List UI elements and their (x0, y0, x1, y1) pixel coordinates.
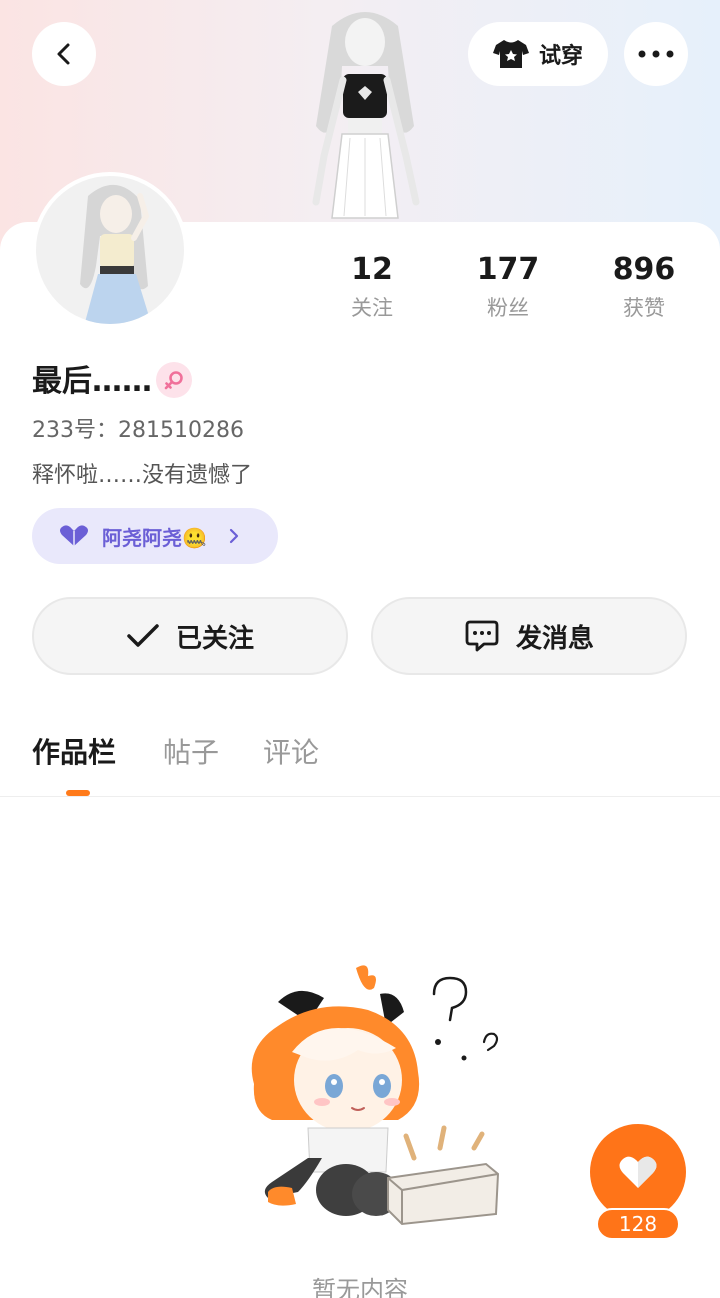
tab-comments[interactable]: 评论 (263, 734, 319, 772)
tab-works[interactable]: 作品栏 (32, 734, 116, 772)
follow-button-label: 已关注 (175, 623, 254, 654)
relationship-tag-label: 阿尧阿尧 (102, 525, 182, 550)
follow-button[interactable]: 已关注 (32, 597, 348, 675)
username: 最后…… (32, 364, 152, 399)
relationship-tag[interactable]: 阿尧阿尧🤐 (32, 508, 278, 564)
try-on-button[interactable]: 试穿 (468, 22, 608, 86)
tab-divider (0, 796, 720, 797)
heart-icon (619, 1156, 657, 1188)
user-id: 233号：281510286 (32, 418, 244, 443)
stat-likes-label: 获赞 (623, 296, 665, 320)
heart-icon (60, 525, 88, 546)
more-dots-icon (638, 50, 674, 58)
zipper-mouth-emoji: 🤐 (182, 525, 207, 550)
avatar[interactable] (32, 172, 188, 328)
female-gender-icon (156, 362, 192, 398)
like-count: 128 (596, 1208, 680, 1240)
chevron-right-icon (229, 528, 239, 544)
stat-followers[interactable]: 177 粉丝 (448, 252, 568, 322)
stat-following[interactable]: 12 关注 (312, 252, 432, 322)
back-button[interactable] (32, 22, 96, 86)
chevron-left-icon (57, 43, 70, 65)
empty-state-illustration (251, 965, 500, 1226)
stat-following-value: 12 (351, 252, 393, 287)
bio: 释怀啦……没有遗憾了 (32, 463, 253, 488)
stat-followers-label: 粉丝 (487, 296, 529, 320)
empty-state-text: 暂无内容 (312, 1276, 408, 1298)
message-button[interactable]: 发消息 (371, 597, 687, 675)
stat-likes-value: 896 (612, 252, 676, 287)
tshirt-icon (492, 40, 529, 68)
chat-bubble-icon (465, 620, 499, 652)
tab-posts[interactable]: 帖子 (163, 734, 219, 772)
like-button[interactable] (590, 1124, 686, 1220)
avatar-figure-image (312, 12, 420, 219)
more-options-button[interactable] (624, 22, 688, 86)
try-on-label: 试穿 (538, 44, 583, 69)
check-icon (127, 624, 159, 647)
avatar-image (80, 184, 152, 324)
stat-followers-value: 177 (476, 252, 540, 287)
stat-following-label: 关注 (351, 296, 393, 320)
message-button-label: 发消息 (515, 623, 594, 654)
stat-likes[interactable]: 896 获赞 (584, 252, 704, 322)
